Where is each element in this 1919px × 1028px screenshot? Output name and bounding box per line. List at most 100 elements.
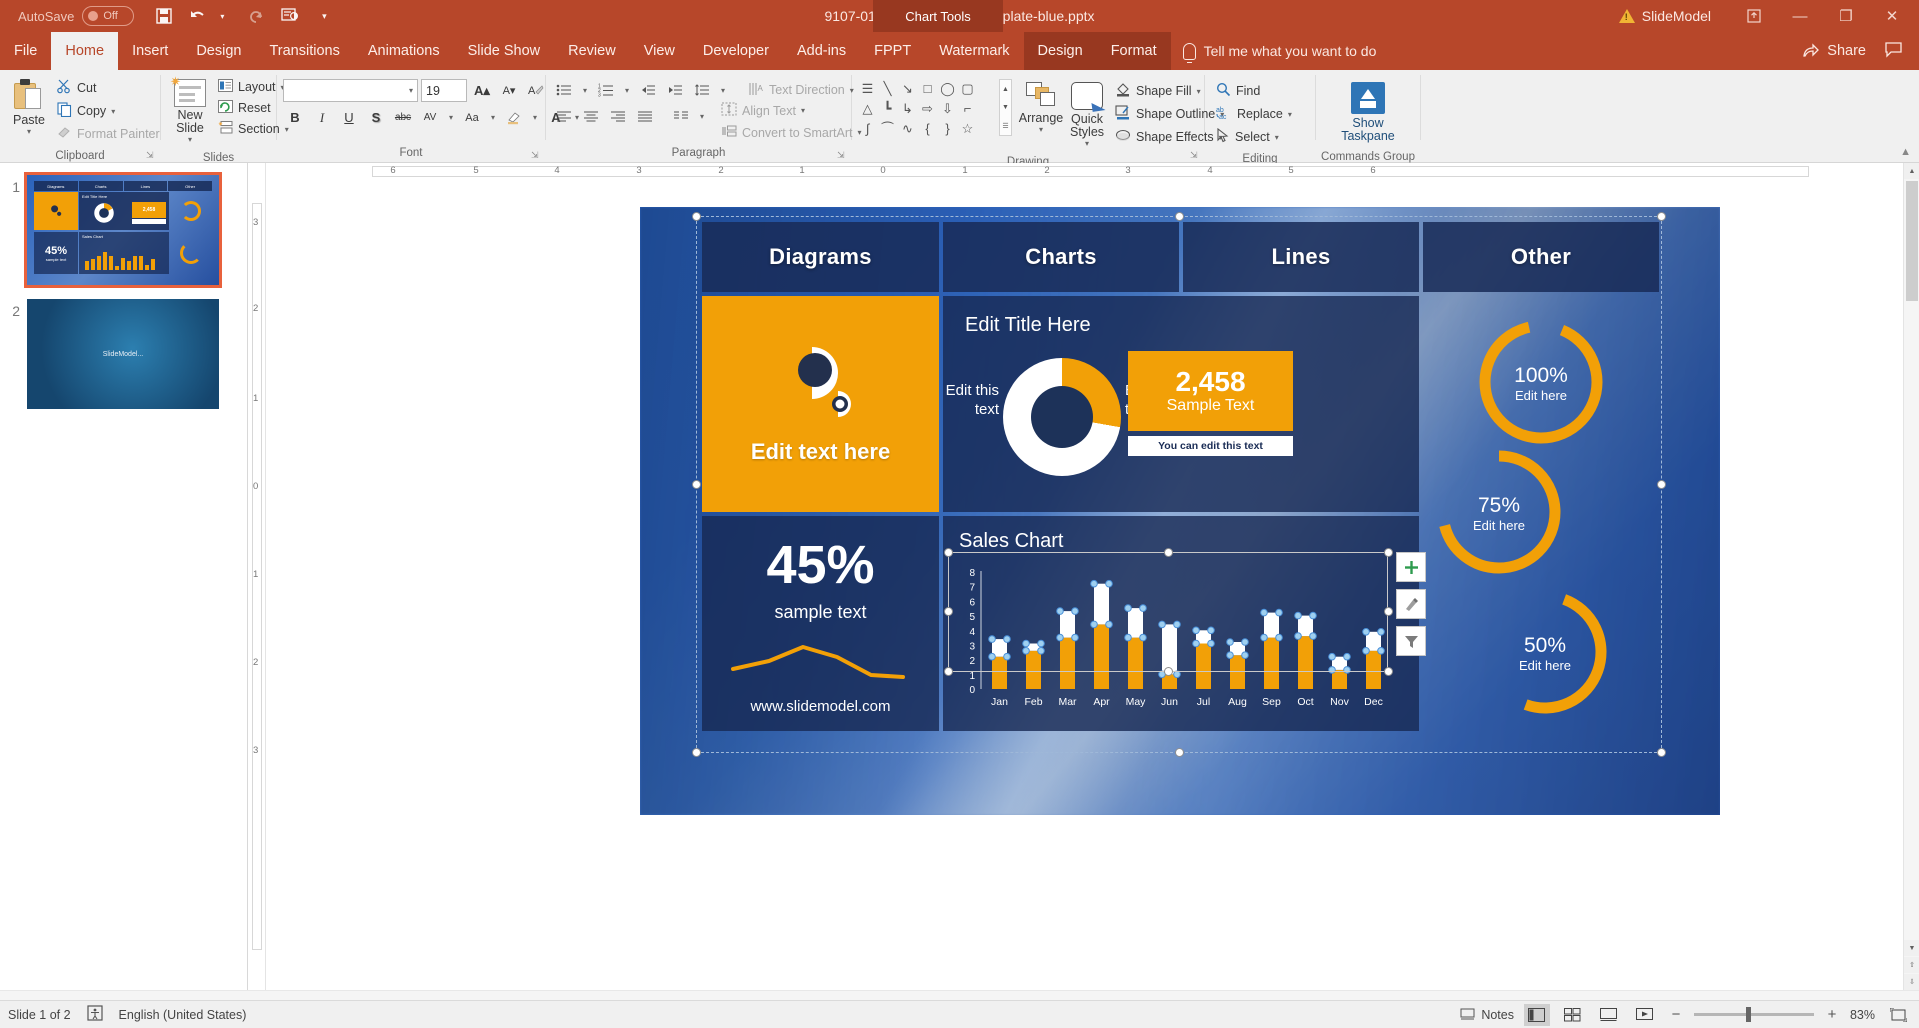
tab-slide-show[interactable]: Slide Show [454,32,555,70]
align-text-button[interactable]: Align Text ▾ [716,100,810,121]
text-shadow-button[interactable]: S [364,106,388,129]
change-case-button[interactable]: Aa [460,106,484,129]
vertical-scrollbar[interactable]: ▲ ▼ ⇧ ⇩ [1903,163,1919,990]
donut-chart[interactable] [1003,358,1121,476]
tab-chart-design[interactable]: Design [1023,32,1097,70]
arrange-button[interactable]: Arrange ▾ [1018,79,1064,137]
character-spacing-button[interactable]: AV [418,106,442,129]
header-other[interactable]: Other [1423,222,1659,292]
zoom-slider[interactable] [1693,1007,1814,1022]
shape-right-arrow-icon[interactable]: ⇨ [918,99,937,118]
chart-elements-icon[interactable] [1396,552,1426,582]
show-taskpane-button[interactable]: Show Taskpane [1322,79,1414,146]
scroll-down-icon[interactable]: ▼ [1904,940,1919,956]
notes-button[interactable]: Notes [1460,1008,1514,1022]
align-right-icon[interactable] [606,105,630,127]
cut-button[interactable]: Cut [52,77,165,99]
group-handle-br[interactable] [1657,748,1666,757]
chart-handle-tr[interactable] [1384,548,1393,557]
charts-title[interactable]: Edit Title Here [965,314,1397,337]
paste-button[interactable]: Paste ▾ [6,75,52,139]
shape-blank2-icon[interactable] [978,99,997,118]
font-dialog-launcher[interactable]: ⇲ [531,150,541,160]
tab-chart-format[interactable]: Format [1096,32,1171,70]
zoom-in-button[interactable]: + [1824,1006,1840,1023]
group-handle-bc[interactable] [1175,748,1184,757]
ribbon-display-options-icon[interactable] [1731,0,1777,32]
grow-font-icon[interactable]: A▴ [470,79,494,102]
collapse-ribbon-icon[interactable]: ▲ [1900,146,1911,158]
copy-dropdown-icon[interactable]: ▾ [111,107,115,116]
horizontal-scrollbar[interactable] [0,990,1919,1000]
shape-folded-corner-icon[interactable]: ⌐ [958,99,977,118]
shape-triangle-icon[interactable]: △ [858,99,877,118]
diagrams-panel[interactable]: Edit text here [702,296,939,512]
tab-watermark[interactable]: Watermark [925,32,1023,70]
replace-dropdown-icon[interactable]: ▾ [1288,110,1292,119]
header-diagrams[interactable]: Diagrams [702,222,939,292]
chart-styles-icon[interactable] [1396,589,1426,619]
rings-panel[interactable]: 100% Edit here 75% Edit here 50% Edit he… [1423,296,1659,731]
shape-fill-dropdown-icon[interactable]: ▾ [1197,87,1201,96]
quick-styles-dropdown-icon[interactable]: ▾ [1085,139,1089,148]
ring-100[interactable]: 100% Edit here [1475,316,1607,453]
paste-dropdown-icon[interactable]: ▾ [27,127,31,136]
close-icon[interactable]: ✕ [1869,0,1915,32]
slide-thumbnail-1[interactable]: Diagrams Charts Lines Other Edit Title H… [24,172,222,288]
redo-icon[interactable] [246,6,266,26]
shrink-font-icon[interactable]: A▾ [497,79,521,102]
font-size-input[interactable]: 19 [421,79,467,102]
bold-button[interactable]: B [283,106,307,129]
copy-button[interactable]: Copy ▾ [52,100,165,122]
shape-oval-icon[interactable]: ◯ [938,79,957,98]
find-button[interactable]: Find [1211,80,1297,102]
tab-insert[interactable]: Insert [118,32,182,70]
charts-panel[interactable]: Edit Title Here Edit this text Edit this… [943,296,1419,512]
shape-wave-icon[interactable]: ∿ [898,119,917,138]
sales-chart-plot[interactable]: 8 7 6 5 4 3 2 1 0 Jan Feb Mar Apr May Ju… [959,567,1407,717]
scroll-up-icon[interactable]: ▲ [1904,163,1919,179]
group-handle-tc[interactable] [1175,212,1184,221]
text-highlight-color-icon[interactable] [502,106,526,129]
slide-thumbnail-2[interactable]: SlideModel... [27,299,219,409]
tab-file[interactable]: File [0,32,51,70]
shape-gallery-grid[interactable]: ☰ ╲ ↘ □ ◯ ▢ △ ┗ ↳ ⇨ ⇩ ⌐ ∫ ⏜ ∿ {} ☆ [858,79,997,138]
group-handle-ml[interactable] [692,480,701,489]
font-name-dropdown-icon[interactable]: ▾ [409,86,413,95]
shape-rounded-rect-icon[interactable]: ▢ [958,79,977,98]
shape-gallery-more[interactable]: ☰ [1000,117,1011,135]
columns-dropdown-icon[interactable]: ▾ [696,105,708,127]
font-name-input[interactable]: ▾ [283,79,418,102]
fit-slide-icon[interactable] [1885,1004,1911,1026]
justify-icon[interactable] [633,105,657,127]
comments-icon[interactable] [1884,41,1903,62]
line-spacing-icon[interactable] [690,79,714,101]
tab-add-ins[interactable]: Add-ins [783,32,860,70]
shape-elbow-icon[interactable]: ┗ [878,99,897,118]
start-presentation-icon[interactable] [280,6,300,26]
change-case-dropdown-icon[interactable]: ▾ [487,106,499,129]
sales-chart-title[interactable]: Sales Chart [959,530,1407,553]
shape-rectangle-icon[interactable]: □ [918,79,937,98]
shape-left-brace-icon[interactable]: { [918,119,937,138]
tab-review[interactable]: Review [554,32,630,70]
shape-arrow-icon[interactable]: ↘ [898,79,917,98]
line-spacing-dropdown-icon[interactable]: ▾ [717,79,729,101]
shape-elbow-arrow-icon[interactable]: ↳ [898,99,917,118]
chart-handle-tc[interactable] [1164,548,1173,557]
new-slide-dropdown-icon[interactable]: ▾ [188,135,192,144]
group-handle-mr[interactable] [1657,480,1666,489]
bullets-icon[interactable] [552,79,576,101]
arrange-dropdown-icon[interactable]: ▾ [1039,125,1043,134]
thumbnail-row-2[interactable]: 2 SlideModel... [6,299,247,409]
bullets-dropdown-icon[interactable]: ▾ [579,79,591,101]
decrease-indent-icon[interactable] [636,79,660,101]
zoom-slider-knob[interactable] [1745,1007,1751,1022]
vertical-scroll-thumb[interactable] [1906,181,1918,301]
shape-curve-icon[interactable]: ∫ [858,119,877,138]
share-button[interactable]: Share [1802,43,1866,59]
save-icon[interactable] [154,6,174,26]
align-left-icon[interactable] [552,105,576,127]
text-direction-button[interactable]: A Text Direction ▾ [743,80,859,101]
sales-chart-panel[interactable]: Sales Chart 8 7 6 5 4 3 2 1 0 Jan Feb Ma… [943,516,1419,731]
